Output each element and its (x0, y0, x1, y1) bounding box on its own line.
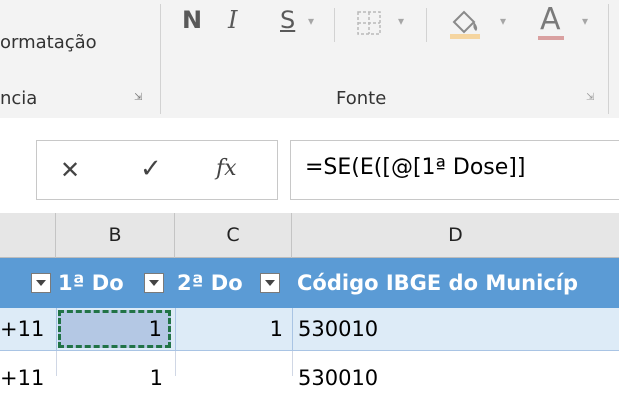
bold-button[interactable]: N (182, 6, 202, 34)
cell-value-c[interactable]: 1 (177, 308, 283, 351)
cancel-icon[interactable]: ✕ (60, 156, 80, 184)
filter-dropdown-b-icon[interactable] (144, 273, 164, 293)
grid-line (56, 351, 57, 376)
filter-dropdown-c-icon[interactable] (260, 273, 280, 293)
alignment-group-label: ncia (0, 88, 38, 109)
column-headers: B C D (0, 213, 619, 258)
table-row: +11 1 1 530010 (0, 308, 619, 351)
grid-line (175, 308, 176, 351)
column-header-b[interactable]: B (56, 213, 175, 258)
cell-a-fragment[interactable]: +11 (0, 357, 54, 400)
font-group-label: Fonte (336, 88, 387, 109)
cell-value-b[interactable]: 1 (58, 357, 163, 400)
group-divider (160, 4, 161, 114)
formula-input[interactable]: =SE(E([@[1ª Dose]] (290, 140, 619, 200)
underline-button[interactable]: S (280, 6, 295, 34)
font-color-swatch (538, 36, 564, 40)
header-cell-codigo-ibge[interactable]: Código IBGE do Municíp (297, 258, 619, 308)
fill-color-dropdown-icon[interactable]: ▾ (500, 14, 506, 28)
font-color-dropdown-icon[interactable]: ▾ (582, 14, 588, 28)
cell-value-d[interactable]: 530010 (298, 308, 378, 351)
filter-dropdown-a-icon[interactable] (31, 273, 51, 293)
grid-line (292, 351, 293, 376)
fill-color-icon[interactable] (446, 6, 486, 40)
formula-text: =SE(E([@[1ª Dose]] (305, 155, 526, 180)
header-cell-2a-dose[interactable]: 2ª Do (177, 258, 257, 308)
italic-button[interactable]: I (228, 6, 237, 34)
enter-icon[interactable]: ✓ (140, 154, 162, 184)
borders-icon[interactable] (356, 10, 382, 36)
insert-function-icon[interactable]: fx (216, 156, 237, 181)
grid-line (56, 308, 57, 351)
cell-a-fragment[interactable]: +11 (0, 308, 54, 351)
underline-dropdown-icon[interactable]: ▾ (308, 14, 314, 28)
formatting-group-label[interactable]: ormatação (0, 32, 97, 53)
formula-bar-area: ✕ ✓ fx =SE(E([@[1ª Dose]] (0, 118, 619, 213)
cell-value-c[interactable] (177, 357, 283, 400)
font-dialog-launcher-icon[interactable]: ⇲ (586, 92, 594, 103)
table-row: +11 1 530010 (0, 351, 619, 390)
toolbar-divider (334, 8, 335, 42)
column-header-c[interactable]: C (175, 213, 292, 258)
ribbon: ormatação ncia ⇲ N I S ▾ ▾ ▾ A ▾ Fonte ⇲ (0, 0, 619, 118)
group-divider (608, 4, 609, 114)
grid-line (175, 351, 176, 376)
cell-value-b: 1 (148, 317, 162, 341)
font-color-button[interactable]: A (540, 2, 561, 37)
toolbar-divider (426, 8, 427, 42)
column-header-a[interactable] (0, 213, 56, 258)
cell-value-d[interactable]: 530010 (298, 357, 378, 400)
selected-cell[interactable]: 1 (58, 310, 171, 348)
table-header-row: 1ª Do 2ª Do Código IBGE do Municíp (0, 258, 619, 308)
dialog-launcher-icon[interactable]: ⇲ (134, 92, 146, 104)
grid-line (292, 308, 293, 351)
header-cell-1a-dose[interactable]: 1ª Do (58, 258, 142, 308)
column-header-d[interactable]: D (292, 213, 619, 258)
borders-dropdown-icon[interactable]: ▾ (398, 14, 404, 28)
